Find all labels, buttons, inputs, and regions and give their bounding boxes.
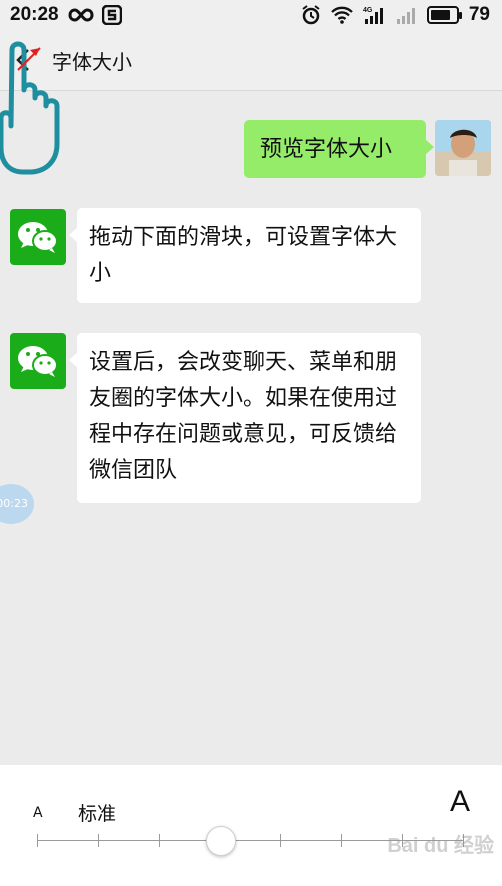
slider-tick bbox=[37, 834, 38, 847]
signal-icon bbox=[396, 8, 415, 24]
font-size-panel: A 标准 A Bai du 经验 bbox=[0, 765, 502, 886]
wifi-icon bbox=[331, 6, 353, 24]
bubble-tail bbox=[426, 140, 434, 154]
wechat-logo-icon bbox=[18, 222, 58, 253]
status-time: 20:28 bbox=[10, 4, 59, 25]
message-text: 拖动下面的滑块，可设置字体大小 bbox=[89, 225, 398, 286]
slider-tick bbox=[158, 834, 160, 847]
small-font-label: A bbox=[33, 805, 43, 821]
wechat-avatar[interactable] bbox=[10, 209, 66, 265]
status-right-icons: 4G 79 bbox=[301, 4, 490, 26]
user-photo bbox=[435, 120, 491, 176]
4g-signal-icon: 4G bbox=[363, 7, 383, 24]
slider-tick bbox=[341, 834, 343, 847]
battery-fill bbox=[430, 10, 450, 20]
slider-tick bbox=[97, 834, 99, 847]
user-avatar[interactable] bbox=[435, 120, 491, 176]
chat-preview-area: 预览字体大小 拖动下面的滑块，可设置字体大小 设置后，会改变聊天、菜单和朋友圈的… bbox=[0, 91, 502, 763]
message-text: 预览字体大小 bbox=[260, 137, 393, 162]
wechat-logo-icon bbox=[18, 346, 58, 377]
s-app-icon bbox=[102, 5, 122, 25]
message-bubble-sent: 预览字体大小 bbox=[244, 120, 434, 178]
large-font-label: A bbox=[450, 785, 471, 818]
current-size-label: 标准 bbox=[78, 803, 117, 825]
svg-text:4G: 4G bbox=[363, 7, 373, 14]
alarm-icon bbox=[302, 5, 320, 25]
bubble-tail bbox=[69, 228, 77, 242]
bubble-tail bbox=[69, 353, 77, 367]
hand-pointer-icon bbox=[0, 41, 60, 175]
message-bubble-received: 拖动下面的滑块，可设置字体大小 bbox=[69, 208, 421, 303]
message-text: 设置后，会改变聊天、菜单和朋友圈的字体大小。如果在使用过程中存在问题或意见，可反… bbox=[89, 350, 398, 483]
status-bar: 20:28 4G 79 bbox=[0, 0, 502, 30]
title-bar: 字体大小 bbox=[0, 30, 502, 91]
watermark: Bai du 经验 bbox=[387, 835, 494, 857]
message-bubble-received: 设置后，会改变聊天、菜单和朋友圈的字体大小。如果在使用过程中存在问题或意见，可反… bbox=[69, 333, 421, 503]
infinity-icon bbox=[68, 8, 94, 22]
wechat-avatar[interactable] bbox=[10, 333, 66, 389]
battery-level: 79 bbox=[468, 4, 490, 25]
battery-icon bbox=[426, 6, 462, 24]
slider-thumb[interactable] bbox=[205, 826, 236, 856]
slider-tick bbox=[280, 834, 282, 847]
status-left-icons bbox=[68, 5, 122, 25]
